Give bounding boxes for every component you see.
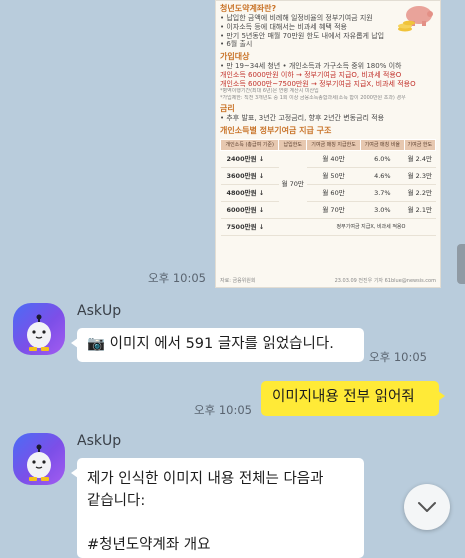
message-text: 같습니다: [87,493,146,509]
contribution-table: 개인소득 (총급여 기준) 납입한도 기여금 매칭 지급한도 기여금 매칭 비율… [219,138,437,236]
table-header: 개인소득 (총급여 기준) [219,138,280,151]
table-cell: 월 40만 [306,150,361,168]
rate-text: • 추후 발표, 3년간 고정금리, 향후 2년간 변동금리 적용 [220,113,385,122]
table-cell: 월 2.2만 [404,184,436,202]
table-cell: 6.0% [360,150,405,168]
note-line: *가입제한: 직전 3개년도 중 1회 이상 금융소득종합과세(소득 합이 20… [220,94,406,101]
table-header: 기여금 매칭 지급한도 [306,138,362,151]
table-row: 2400만원 ↓ 월 70만 월 40만 6.0% 월 2.4만 [220,150,436,219]
table-cell: 월 50만 [306,167,361,185]
table-cell: 월 2.1만 [404,201,436,219]
message-text: 제가 인식한 이미지 내용 전체는 다음과 [87,471,324,487]
sender-name: AskUp [77,433,122,449]
table-cell: 월 2.4만 [404,150,436,168]
table-cell: 월 2.3만 [404,167,436,185]
table-header: 기여금 한도 [403,138,437,151]
table-cell: 월 70만 [306,201,361,219]
eligibility-line: 개인소득 6000만원 이하 → 정부기여금 지급O, 비과세 적용O [220,70,402,79]
sender-name: AskUp [77,303,122,319]
my-message-bubble[interactable]: 이미지내용 전부 읽어줘 [261,381,445,416]
eligibility-line: • 만 19~34세 청년 • 개인소득과 가구소득 중위 180% 이하 [220,62,402,70]
message-text: 📷 이미지 에서 591 글자를 읽었습니다. [87,336,334,352]
table-cell: 4.6% [360,167,405,185]
table-cell: 월 70만 [278,150,307,219]
table-cell: 7500만원 ↓ [220,218,279,236]
table-cell: 3.0% [360,201,405,219]
message-time: 오후 10:05 [369,350,427,364]
scroll-to-bottom-button[interactable] [404,484,450,530]
bot-message-bubble[interactable]: 제가 인식한 이미지 내용 전체는 다음과 같습니다: #청년도약계좌 개요 [71,458,364,558]
source-note: 자료: 금융위원회 [220,277,256,284]
eligibility-line: 개인소득 6000만~7500만원 → 정부기여금 지급X, 비과세 적용O [220,79,416,88]
table-cell: 2400만원 ↓ [220,150,279,168]
message-text: #청년도약계좌 개요 [87,537,211,553]
table-cell: 정부기여금 지급X, 비과세 적용O [306,218,436,236]
table-cell: 3.7% [360,184,405,202]
eligibility-title: 가입대상 [220,52,250,61]
askup-avatar-icon[interactable] [13,303,65,355]
rate-title: 금리 [220,103,235,113]
bot-message-bubble[interactable]: 📷 이미지 에서 591 글자를 읽었습니다. [71,328,364,362]
piggy-bank-icon [398,6,433,32]
credit-note: 23.03.09 전진우 기자 61blue@newsis.com [334,277,436,284]
infographic-image[interactable]: 청년도약계좌란? • 납입한 금액에 비례해 일정비율의 정부기여금 지원 • … [215,0,441,288]
message-text: 이미지내용 전부 읽어줘 [272,389,415,405]
table-cell: 6000만원 ↓ [220,201,279,219]
message-time: 오후 10:05 [194,403,252,417]
chat-area: 청년도약계좌란? • 납입한 금액에 비례해 일정비율의 정부기여금 지원 • … [0,0,465,558]
table-header: 납입한도 [278,138,308,151]
chevron-down-icon [418,502,436,512]
scrollbar-thumb[interactable] [457,244,465,284]
table-title: 개인소득별 정부기여금 지급 구조 [220,125,332,135]
table-header: 기여금 매칭 비율 [360,138,405,151]
table-cell: 4800만원 ↓ [220,184,279,202]
table-row: 4800만원 ↓ 월 60만 3.7% 월 2.2만 [220,184,436,202]
table-row: 3600만원 ↓ 월 50만 4.6% 월 2.3만 [220,167,436,185]
message-time: 오후 10:05 [148,271,206,285]
intro-line: • 6월 출시 [220,40,253,49]
table-row: 6000만원 ↓ 월 70만 3.0% 월 2.1만 [220,201,436,219]
table-cell: 월 60만 [306,184,361,202]
askup-avatar-icon[interactable] [13,433,65,485]
table-cell: 3600만원 ↓ [220,167,279,185]
table-row: 7500만원 ↓ 정부기여금 지급X, 비과세 적용O [220,218,436,236]
